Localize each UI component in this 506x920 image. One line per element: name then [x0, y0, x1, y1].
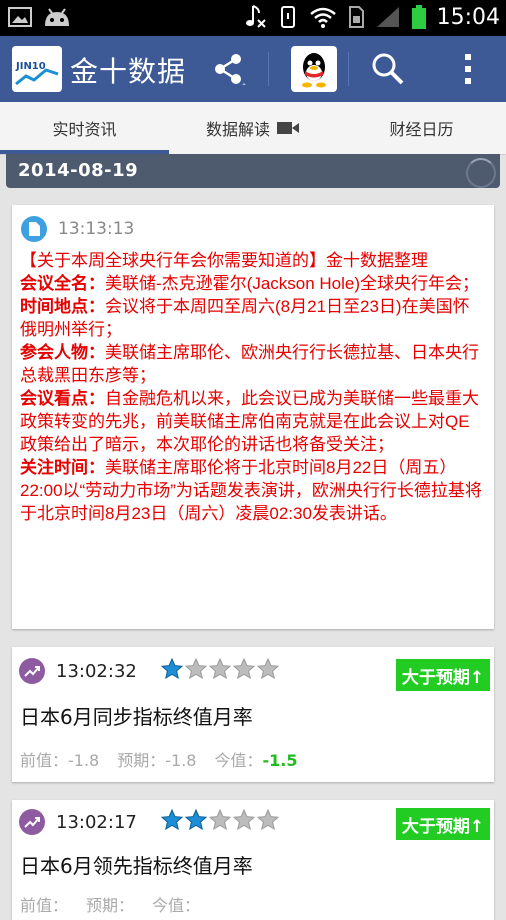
- star-filled-icon: [184, 808, 208, 831]
- item-title: 日本6月同步指标终值月率: [20, 705, 253, 729]
- news-section: 关注时间：美联储主席耶伦将于北京时间8月22日（周五）22:00以“劳动力市场”…: [20, 456, 486, 525]
- item-title: 日本6月领先指标终值月率: [20, 854, 253, 878]
- news-time: 13:13:13: [58, 219, 135, 239]
- share-button[interactable]: [196, 36, 260, 102]
- signal-icon: [376, 7, 399, 27]
- previous-value: 前值：-1.8: [20, 747, 99, 771]
- search-button[interactable]: [356, 36, 420, 102]
- date-label: 2014-08-19: [18, 160, 139, 181]
- star-rating: [160, 657, 280, 681]
- news-section: 参会人物：美联储主席耶伦、欧洲央行行长德拉基、日本央行总裁黑田东彦等；: [20, 341, 486, 387]
- expectation-badge: 大于预期↑: [396, 808, 490, 840]
- news-body: 【关于本周全球央行年会你需要知道的】金十数据整理 会议全名：美联储-杰克逊霍尔(…: [20, 249, 486, 525]
- news-section: 会议看点：自金融危机以来，此会议已成为美联储一些最重大政策转变的先兆，前美联储主…: [20, 387, 486, 456]
- tab-data-analysis[interactable]: 数据解读: [169, 102, 337, 154]
- star-empty-icon: [184, 657, 208, 680]
- music-muted-icon: [245, 5, 266, 28]
- android-icon: [45, 8, 69, 26]
- actual-value: 今值：: [152, 892, 200, 916]
- trend-up-icon: [19, 809, 45, 835]
- share-icon: [215, 54, 246, 85]
- star-rating: [160, 808, 280, 832]
- action-bar: JIN10 金十数据: [0, 36, 506, 102]
- section-label: 时间地点：: [20, 297, 105, 316]
- overflow-menu-button[interactable]: [436, 36, 500, 102]
- forecast-value: 预期：: [86, 892, 134, 916]
- qq-button[interactable]: [282, 36, 346, 102]
- actual-number: -1.5: [262, 751, 298, 770]
- tab-bar: 实时资讯 数据解读 财经日历: [0, 102, 506, 155]
- trend-up-icon: [19, 658, 45, 684]
- section-label: 关注时间：: [20, 458, 105, 477]
- news-section: 会议全名：美联储-杰克逊霍尔(Jackson Hole)全球央行年会；: [20, 272, 486, 295]
- section-label: 会议全名：: [20, 274, 105, 293]
- section-label: 会议看点：: [20, 389, 105, 408]
- star-empty-icon: [256, 657, 280, 680]
- actual-label: 今值：: [214, 751, 263, 770]
- actual-label: 今值：: [152, 896, 201, 915]
- image-icon: [8, 7, 32, 27]
- item-time: 13:02:32: [56, 661, 137, 682]
- status-bar: 15:04: [0, 0, 506, 36]
- tab-label: 数据解读: [205, 120, 270, 139]
- document-icon: [21, 216, 47, 242]
- previous-number: -1.8: [68, 751, 100, 770]
- tab-label: 财经日历: [389, 120, 454, 139]
- overflow-menu-icon: [465, 54, 471, 84]
- star-filled-icon: [160, 657, 184, 680]
- item-values: 前值： 预期： 今值：: [20, 892, 200, 916]
- forecast-value: 预期：-1.8: [117, 747, 196, 771]
- loading-spinner-icon: [466, 158, 496, 188]
- star-empty-icon: [232, 657, 256, 680]
- sim-icon: [348, 6, 364, 28]
- news-card[interactable]: 13:13:13 【关于本周全球央行年会你需要知道的】金十数据整理 会议全名：美…: [12, 205, 494, 629]
- item-values: 前值：-1.8 预期：-1.8 今值：-1.5: [20, 747, 297, 771]
- forecast-label: 预期：: [117, 751, 166, 770]
- star-empty-icon: [256, 808, 280, 831]
- vibrate-icon: [280, 6, 295, 28]
- star-empty-icon: [232, 808, 256, 831]
- data-item-card[interactable]: 13:02:17 大于预期↑ 日本6月领先指标终值月率 前值： 预期： 今值：: [12, 800, 494, 920]
- tab-economic-calendar[interactable]: 财经日历: [337, 102, 506, 154]
- date-header: 2014-08-19: [6, 154, 500, 188]
- qq-icon: [302, 53, 326, 88]
- previous-label: 前值：: [20, 896, 69, 915]
- app-title: 金十数据: [70, 55, 187, 88]
- star-empty-icon: [208, 657, 232, 680]
- action-divider: [348, 52, 349, 86]
- data-item-card[interactable]: 13:02:32 大于预期↑ 日本6月同步指标终值月率 前值：-1.8 预期：-…: [12, 647, 494, 782]
- battery-icon: [411, 5, 426, 29]
- video-camera-icon: [277, 122, 299, 134]
- forecast-number: -1.8: [165, 751, 197, 770]
- section-label: 参会人物：: [20, 343, 105, 362]
- section-text: 美联储-杰克逊霍尔(Jackson Hole)全球央行年会；: [105, 274, 480, 293]
- jin10-logo-icon: JIN10: [12, 46, 62, 92]
- clock: 15:04: [436, 4, 500, 30]
- action-divider: [268, 52, 269, 86]
- expectation-badge: 大于预期↑: [396, 659, 490, 691]
- svg-text:JIN10: JIN10: [15, 61, 46, 72]
- news-headline: 【关于本周全球央行年会你需要知道的】金十数据整理: [20, 251, 428, 270]
- tab-realtime-news[interactable]: 实时资讯: [0, 102, 169, 154]
- previous-value: 前值：: [20, 892, 68, 916]
- app-logo[interactable]: JIN10: [12, 46, 62, 92]
- tab-label: 实时资讯: [52, 120, 117, 139]
- actual-value: 今值：-1.5: [214, 747, 297, 771]
- forecast-label: 预期：: [86, 896, 135, 915]
- wifi-icon: [309, 7, 336, 28]
- item-time: 13:02:17: [56, 812, 137, 833]
- star-empty-icon: [208, 808, 232, 831]
- search-icon: [372, 53, 404, 85]
- news-section: 时间地点：会议将于本周四至周六(8月21日至23日)在美国怀俄明州举行；: [20, 295, 486, 341]
- previous-label: 前值：: [20, 751, 69, 770]
- star-filled-icon: [160, 808, 184, 831]
